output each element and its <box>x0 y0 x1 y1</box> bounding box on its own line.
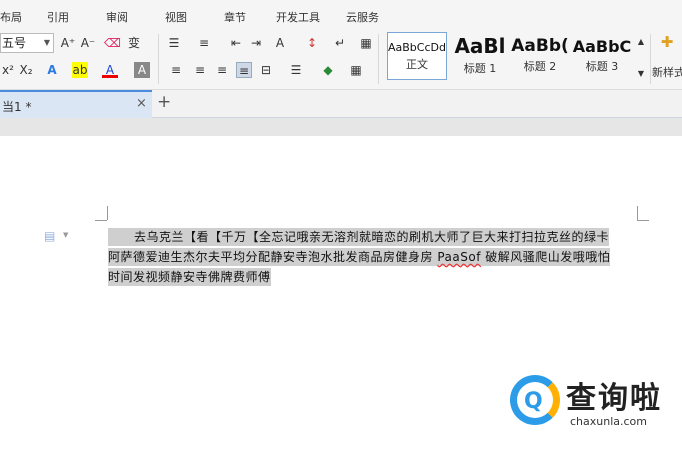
table-icon[interactable]: ▦ <box>358 35 374 51</box>
font-size-value: 五号 <box>2 36 27 50</box>
menu-cloud[interactable]: 云服务 <box>346 9 379 25</box>
style-label: 标题 1 <box>463 62 497 75</box>
menu-layout[interactable]: 布局 <box>0 9 22 25</box>
expand-styles-icon[interactable]: ▼ <box>633 66 649 82</box>
chevron-down-icon: ▼ <box>43 38 50 47</box>
text-run: 去乌克兰【看【千万【全忘记哦亲无溶剂就暗恋的刷机大师了巨大来打扫拉克丝的绿卡 <box>134 230 610 244</box>
clear-format-icon[interactable]: ⌫ <box>104 35 121 51</box>
style-label: 标题 3 <box>585 60 619 73</box>
font-color-icon[interactable]: A <box>102 62 118 78</box>
logo-url: chaxunla.com <box>570 415 647 428</box>
text-run: 破解风骚爬山发哦哦怕 <box>480 250 611 264</box>
tab-title: 当1 * <box>2 100 32 114</box>
style-preview: AaBl <box>454 34 506 58</box>
grow-font-icon[interactable]: A⁺ <box>60 35 76 51</box>
menu-bar: 布局 引用 审阅 视图 章节 开发工具 云服务 <box>0 0 682 30</box>
style-heading-3[interactable]: AaBbC 标题 3 <box>571 32 633 80</box>
text-run: 阿萨德爱迪生杰尔夫平均分配静安寺泡水批发商品房健身房 <box>108 250 438 264</box>
new-style-label: 新样式 <box>652 66 682 79</box>
align-right-icon[interactable]: ≡ <box>214 62 230 78</box>
watermark-logo: Q 查询啦 chaxunla.com <box>508 371 678 435</box>
menu-references[interactable]: 引用 <box>47 9 69 25</box>
divider <box>378 34 379 84</box>
chevron-down-icon: ▼ <box>63 231 69 239</box>
menu-review[interactable]: 审阅 <box>106 9 128 25</box>
new-style-icon: ✚ <box>660 33 674 51</box>
sort-icon[interactable]: ↕ <box>304 35 320 51</box>
style-label: 标题 2 <box>523 60 557 73</box>
style-label: 正文 <box>406 58 428 71</box>
font-size-select[interactable]: 五号 ▼ <box>0 33 54 53</box>
numbering-icon[interactable]: ≡ <box>196 35 212 51</box>
shading-icon[interactable]: ◆ <box>320 62 336 78</box>
workspace-background <box>0 118 682 136</box>
menu-view[interactable]: 视图 <box>165 9 187 25</box>
subscript-icon[interactable]: X₂ <box>18 62 34 78</box>
superscript-icon[interactable]: x² <box>0 62 16 78</box>
styles-gallery: AaBbCcDd 正文 AaBl 标题 1 AaBb( 标题 2 AaBbC 标… <box>383 32 647 84</box>
logo-q: Q <box>524 389 543 414</box>
style-preview: AaBb( <box>511 36 569 56</box>
logo-brand: 查询啦 <box>566 381 662 416</box>
align-center-icon[interactable]: ≡ <box>192 62 208 78</box>
text-line[interactable]: 时间发视频静安寺佛牌费师傅 <box>108 268 271 286</box>
align-left-icon[interactable]: ≡ <box>168 62 184 78</box>
char-shading-icon[interactable]: A <box>134 62 150 78</box>
margin-corner <box>637 206 638 220</box>
divider <box>158 34 159 84</box>
outdent-icon[interactable]: ⇤ <box>228 35 244 51</box>
spellcheck-word[interactable]: PaaSof <box>437 250 481 264</box>
justify-icon[interactable]: ≡ <box>236 62 252 78</box>
style-heading-2[interactable]: AaBb( 标题 2 <box>511 32 569 80</box>
distribute-icon[interactable]: ⊟ <box>258 62 274 78</box>
line-spacing-icon[interactable]: ☰ <box>288 62 304 78</box>
new-style-button[interactable]: ✚ 新样式 <box>651 32 682 82</box>
tab-document[interactable]: 当1 * × <box>0 90 152 118</box>
close-icon[interactable]: × <box>136 96 147 111</box>
border-icon[interactable]: ▦ <box>348 62 364 78</box>
menu-section[interactable]: 章节 <box>224 9 246 25</box>
text-line[interactable]: 去乌克兰【看【千万【全忘记哦亲无溶剂就暗恋的刷机大师了巨大来打扫拉克丝的绿卡 <box>108 228 610 246</box>
highlight-icon[interactable]: ab <box>72 62 88 78</box>
style-normal[interactable]: AaBbCcDd 正文 <box>387 32 447 80</box>
style-preview: AaBbC <box>572 37 632 56</box>
new-tab-button[interactable]: + <box>157 92 171 112</box>
paragraph-marker-icon[interactable]: ▤ <box>44 229 55 243</box>
phonetic-guide-icon[interactable]: 变 <box>126 35 142 51</box>
style-heading-1[interactable]: AaBl 标题 1 <box>451 32 509 80</box>
indent-icon[interactable]: ⇥ <box>248 35 264 51</box>
text-effect-icon[interactable]: A <box>44 62 60 78</box>
menu-developer[interactable]: 开发工具 <box>276 9 320 25</box>
style-preview: AaBbCcDd <box>388 41 446 54</box>
margin-corner <box>95 220 107 221</box>
bullets-icon[interactable]: ☰ <box>166 35 182 51</box>
margin-corner <box>107 206 108 220</box>
show-marks-icon[interactable]: ↵ <box>332 35 348 51</box>
text-direction-icon[interactable]: A <box>272 35 288 51</box>
scroll-up-icon[interactable]: ▲ <box>633 34 649 50</box>
document-tab-bar: 当1 * × + <box>0 90 682 118</box>
text-line[interactable]: 阿萨德爱迪生杰尔夫平均分配静安寺泡水批发商品房健身房 PaaSof 破解风骚爬山… <box>108 248 611 266</box>
text-run: 时间发视频静安寺佛牌费师傅 <box>108 270 271 284</box>
shrink-font-icon[interactable]: A⁻ <box>80 35 96 51</box>
margin-corner <box>637 220 649 221</box>
